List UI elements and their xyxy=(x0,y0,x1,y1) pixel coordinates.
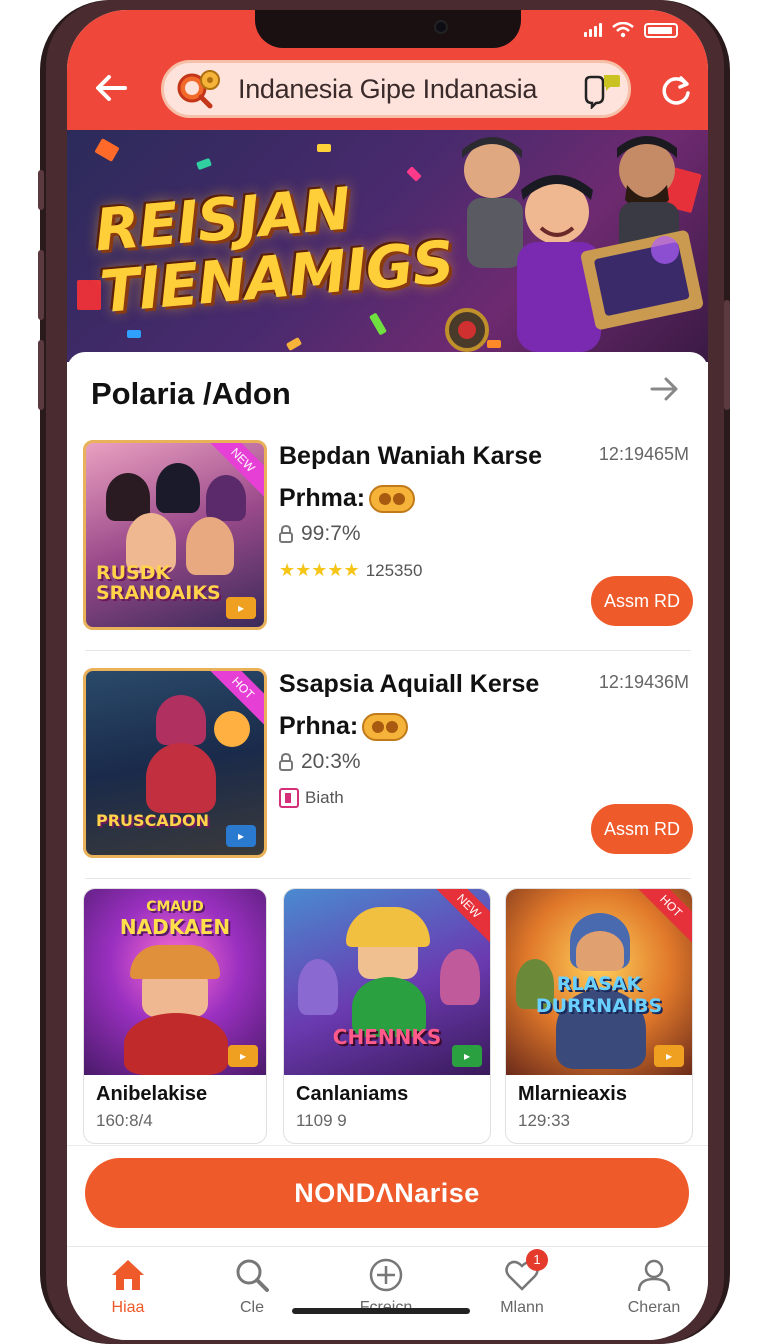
signal-icon xyxy=(584,23,602,37)
item-tag-text: Biath xyxy=(305,788,344,807)
tab-label: Hiaa xyxy=(111,1299,145,1316)
item-action-button[interactable]: Assm RD xyxy=(591,576,693,626)
item-percent: 20:3% xyxy=(279,750,361,774)
game-thumbnail: NEW RUSDK SRANOAIKS ▸ xyxy=(83,440,267,630)
item-subtitle-text: Prhma: xyxy=(279,484,366,512)
grid-card[interactable]: NEW CHENNKS ▸ Canlaniams 1109 9 xyxy=(283,888,491,1144)
item-action-button[interactable]: Assm RD xyxy=(591,804,693,854)
status-bar xyxy=(584,22,678,38)
grid-card-count: 160:8/4 xyxy=(96,1111,153,1130)
list-item[interactable]: HOT PRUSCADON ▸ Ssapsia Aquiall Kerse 12… xyxy=(83,668,693,868)
item-title: Ssapsia Aquiall Kerse xyxy=(279,670,540,698)
item-title: Bepdan Waniah Karse xyxy=(279,442,543,470)
battery-icon xyxy=(644,22,678,38)
thumb-play-badge: ▸ xyxy=(226,597,256,619)
bottom-tab-bar: Hiaa Cle Fcreicn xyxy=(67,1246,708,1340)
refresh-button[interactable] xyxy=(659,74,693,108)
divider xyxy=(85,878,691,879)
tab-search[interactable]: Cle xyxy=(207,1255,297,1335)
wifi-icon xyxy=(612,22,634,38)
thumb-title: PRUSCADON xyxy=(96,811,209,830)
grid-card-count: 1109 9 xyxy=(296,1111,347,1130)
grid-card-name: Canlaniams xyxy=(296,1083,409,1105)
home-indicator xyxy=(292,1308,470,1314)
game-thumbnail: HOT PRUSCADON ▸ xyxy=(83,668,267,858)
list-item[interactable]: NEW RUSDK SRANOAIKS ▸ Bepdan Waniah Kars… xyxy=(83,440,693,640)
grid-card-name: Mlarnieaxis xyxy=(518,1083,627,1105)
power-button xyxy=(724,300,730,410)
grid-card-count: 129:33 xyxy=(518,1111,570,1130)
search-icon xyxy=(172,66,224,112)
item-percent-value: 99:7% xyxy=(301,522,361,545)
item-subtitle-text: Prhna: xyxy=(279,712,359,740)
tab-create[interactable]: Fcreicn xyxy=(341,1255,431,1335)
game-grid: CMAUD NADKAEN ▸ Anibelakise 160:8/4 NEW xyxy=(83,888,693,1144)
cta-container: NONDΛNarise xyxy=(67,1145,708,1245)
content-sheet: Polaria /Adon NEW RUSDK SRANOAIKS ▸ Bepd… xyxy=(67,352,708,1252)
grid-card-image: HOT RLASAK DURRNAIBS ▸ xyxy=(506,889,692,1075)
profile-icon xyxy=(634,1255,674,1295)
section-title: Polaria /Adon xyxy=(91,376,291,411)
tab-favorites[interactable]: 1 Mlann xyxy=(477,1249,567,1335)
screen: Indanesia Gipe Indanasia REISJAN TIENAMI… xyxy=(67,10,708,1340)
star-icon: ★★★★★ xyxy=(279,560,360,580)
coin-icon xyxy=(362,712,409,741)
grid-card-image: CMAUD NADKAEN ▸ xyxy=(84,889,266,1075)
refresh-icon xyxy=(662,76,690,105)
camera-notch xyxy=(255,10,521,48)
tab-label: Mlann xyxy=(500,1299,544,1316)
item-subtitle: Prhna: xyxy=(279,712,409,741)
primary-cta-button[interactable]: NONDΛNarise xyxy=(85,1158,689,1228)
grid-card-image-title-top: CMAUD xyxy=(146,899,204,915)
front-camera xyxy=(434,20,448,34)
item-time: 12:19436M xyxy=(598,672,689,692)
promo-banner[interactable]: REISJAN TIENAMIGS xyxy=(67,130,708,362)
back-button[interactable] xyxy=(91,68,131,108)
home-icon xyxy=(108,1255,148,1295)
search-bar[interactable]: Indanesia Gipe Indanasia xyxy=(161,60,631,118)
tag-icon xyxy=(279,788,299,808)
silent-switch xyxy=(38,170,44,210)
grid-card-image: NEW CHENNKS ▸ xyxy=(284,889,490,1075)
search-icon xyxy=(232,1255,272,1295)
notification-badge: 1 xyxy=(526,1249,548,1271)
tab-label: Cheran xyxy=(627,1299,681,1316)
item-rating-count: 125350 xyxy=(365,560,423,580)
item-percent-value: 20:3% xyxy=(301,750,361,773)
grid-card[interactable]: CMAUD NADKAEN ▸ Anibelakise 160:8/4 xyxy=(83,888,267,1144)
tab-label: Cle xyxy=(239,1299,264,1316)
banner-characters-illustration xyxy=(445,136,703,352)
volume-down-button xyxy=(38,340,44,410)
coin-icon xyxy=(369,484,416,513)
item-percent: 99:7% xyxy=(279,522,361,546)
banner-title: REISJAN TIENAMIGS xyxy=(92,169,456,326)
lock-icon xyxy=(279,525,293,543)
thumb-play-badge: ▸ xyxy=(226,825,256,847)
tab-home[interactable]: Hiaa xyxy=(83,1255,173,1335)
item-rating: ★★★★★ 125350 xyxy=(279,560,422,581)
tab-profile[interactable]: Cheran xyxy=(609,1255,699,1335)
heart-icon: 1 xyxy=(502,1249,548,1295)
section-see-all-button[interactable] xyxy=(648,372,682,415)
chat-icon[interactable] xyxy=(582,73,620,111)
arrow-left-icon xyxy=(96,75,127,101)
item-tag: Biath xyxy=(279,788,344,808)
grid-card[interactable]: HOT RLASAK DURRNAIBS ▸ Mlarnieaxis 129:3… xyxy=(505,888,693,1144)
item-time: 12:19465M xyxy=(598,444,689,464)
lock-icon xyxy=(279,753,293,771)
item-subtitle: Prhma: xyxy=(279,484,416,513)
arrow-right-icon xyxy=(650,377,678,401)
grid-card-image-title: NADKAEN xyxy=(119,915,231,939)
search-input[interactable]: Indanesia Gipe Indanasia xyxy=(238,74,537,105)
divider xyxy=(85,650,691,651)
grid-card-image-title: RLASAK DURRNAIBS xyxy=(535,973,663,1017)
add-circle-icon xyxy=(366,1255,406,1295)
volume-up-button xyxy=(38,250,44,320)
grid-card-name: Anibelakise xyxy=(96,1083,208,1105)
